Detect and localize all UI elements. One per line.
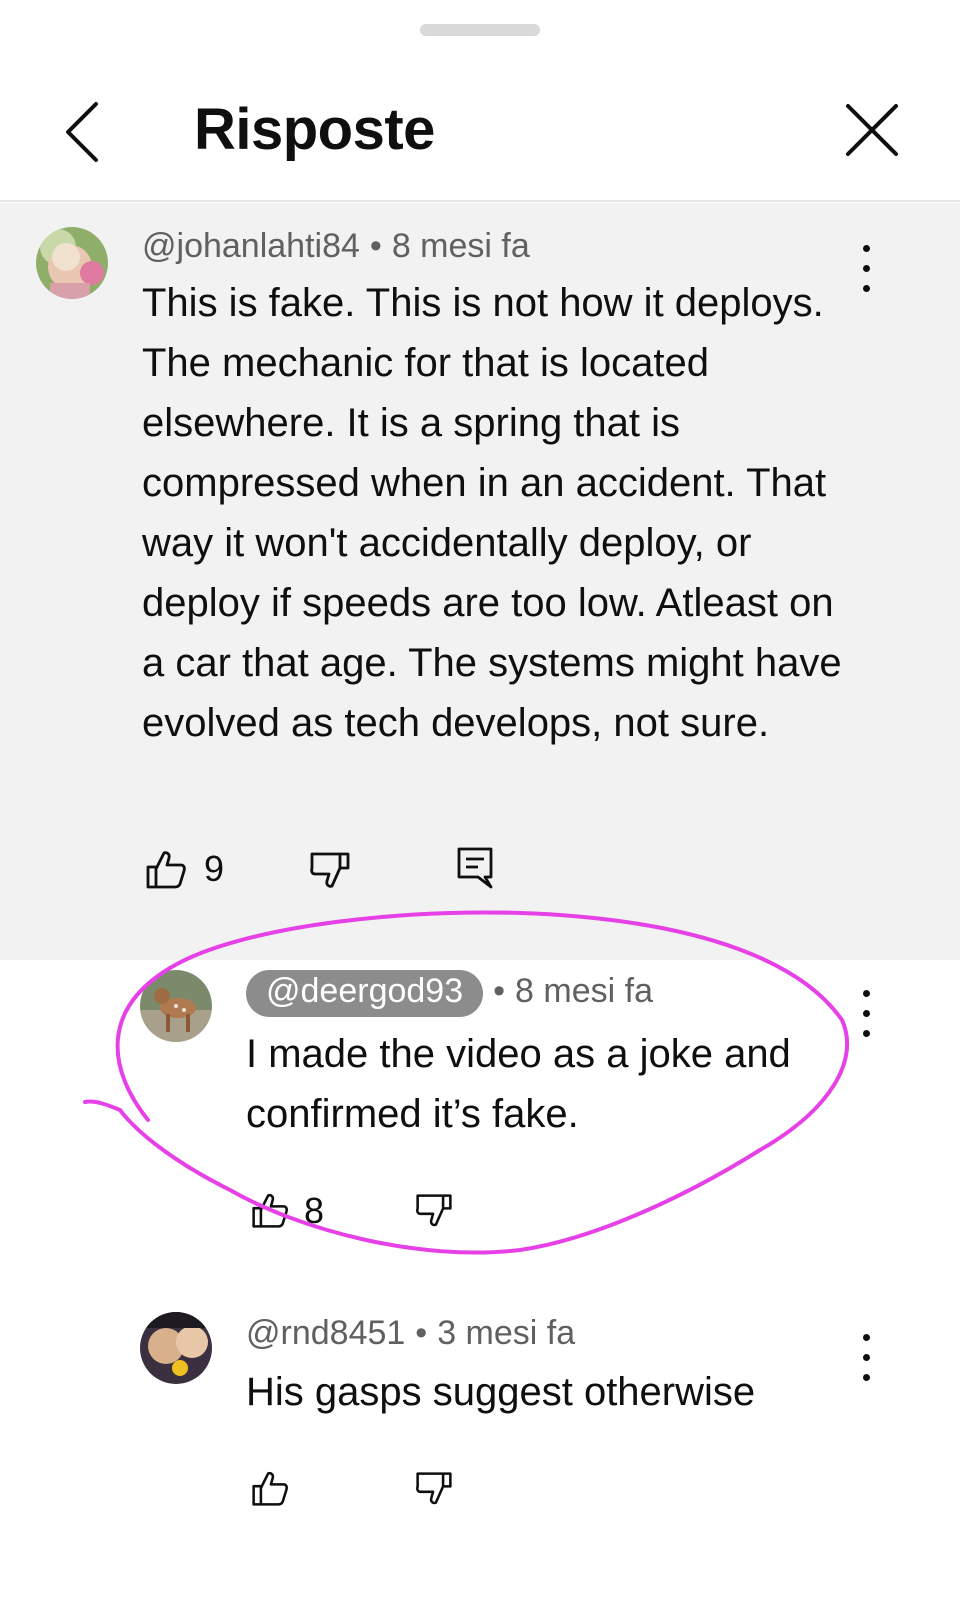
like-count: 9 <box>204 848 225 889</box>
dislike-button[interactable] <box>414 1192 454 1232</box>
comment-text: His gasps suggest otherwise <box>246 1370 756 1414</box>
thumbs-up-icon <box>146 851 186 889</box>
sheet-grabber[interactable] <box>420 24 540 36</box>
thumbs-down-icon <box>310 852 350 888</box>
avatar[interactable] <box>140 970 212 1042</box>
header: Risposte <box>0 60 960 202</box>
avatar-image <box>36 227 108 299</box>
avatar[interactable] <box>36 227 108 299</box>
comment-author[interactable]: @rnd8451 <box>246 1314 405 1352</box>
reply-icon <box>457 847 493 889</box>
comment-meta: @deergod93 • 8 mesi fa <box>246 970 653 1017</box>
comment-time: 8 mesi fa <box>391 227 530 265</box>
like-button[interactable] <box>144 847 188 891</box>
meta-separator: • <box>369 227 382 265</box>
thumbs-down-icon <box>416 1194 452 1227</box>
comment-time: 8 mesi fa <box>515 972 653 1010</box>
replies-sheet: Risposte @johanlahti84 • 8 mesi fa This … <box>0 0 960 1609</box>
more-options-button[interactable] <box>846 1330 886 1386</box>
close-icon <box>846 104 898 156</box>
kebab-icon <box>863 1334 870 1341</box>
dislike-button[interactable] <box>308 850 352 894</box>
kebab-icon <box>863 245 870 252</box>
like-button[interactable] <box>250 1190 290 1230</box>
thumbs-down-icon <box>416 1472 452 1505</box>
comment-author[interactable]: @deergod93 <box>246 970 484 1017</box>
page-title: Risposte <box>194 97 435 162</box>
reply-button[interactable] <box>456 846 496 890</box>
chevron-left-icon <box>66 102 98 162</box>
comment-meta: @rnd8451 • 3 mesi fa <box>246 1314 575 1353</box>
kebab-icon <box>863 990 870 997</box>
avatar-image <box>140 1312 212 1384</box>
like-count: 8 <box>304 1190 325 1231</box>
dislike-button[interactable] <box>414 1470 454 1510</box>
more-options-button[interactable] <box>846 986 886 1042</box>
avatar[interactable] <box>140 1312 212 1384</box>
back-button[interactable] <box>56 96 112 168</box>
thumbs-up-icon <box>252 1471 288 1506</box>
meta-separator: • <box>493 972 506 1010</box>
like-button[interactable] <box>250 1468 290 1508</box>
comment-text: This is fake. This is not how it deploys… <box>142 281 842 745</box>
close-button[interactable] <box>840 98 904 162</box>
thumbs-up-icon <box>252 1193 288 1228</box>
comment-text: I made the video as a joke and confirmed… <box>246 1032 791 1136</box>
comment-author[interactable]: @johanlahti84 <box>142 227 360 265</box>
comment-time: 3 mesi fa <box>437 1314 576 1352</box>
meta-separator: • <box>415 1314 428 1352</box>
parent-comment: @johanlahti84 • 8 mesi fa This is fake. Th… <box>0 203 960 960</box>
avatar-image <box>140 970 212 1042</box>
comment-meta: @johanlahti84 • 8 mesi fa <box>142 227 530 266</box>
